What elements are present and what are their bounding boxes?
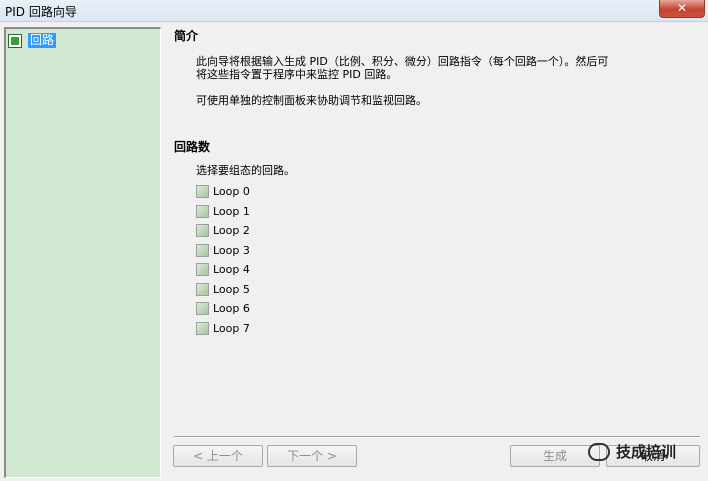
loop-select-prompt: 选择要组态的回路。 xyxy=(196,164,295,177)
loop-label: Loop 1 xyxy=(213,205,250,218)
loop-label: Loop 4 xyxy=(213,263,250,276)
next-button[interactable]: 下一个 > xyxy=(267,445,357,467)
loop-checkbox[interactable] xyxy=(196,224,209,237)
loop-checkbox[interactable] xyxy=(196,185,209,198)
close-button[interactable]: ✕ xyxy=(659,0,705,18)
divider xyxy=(174,436,700,438)
loop-checkbox[interactable] xyxy=(196,322,209,335)
close-icon: ✕ xyxy=(676,1,688,15)
tree-node-icon xyxy=(8,34,22,48)
loop-checkbox[interactable] xyxy=(196,302,209,315)
loop-label: Loop 3 xyxy=(213,244,250,257)
sidebar-item-label: 回路 xyxy=(28,33,57,48)
loop-checkbox[interactable] xyxy=(196,244,209,257)
loop-count-heading: 回路数 xyxy=(174,140,211,154)
intro-text-line-3: 可使用单独的控制面板来协助调节和监视回路。 xyxy=(196,94,427,107)
intro-text-line-2: 将这些指令置于程序中来监控 PID 回路。 xyxy=(196,68,398,81)
watermark-text: 技成培训 xyxy=(616,443,677,461)
generate-button[interactable]: 生成 xyxy=(510,445,600,467)
intro-heading: 简介 xyxy=(174,29,199,43)
loop-label: Loop 0 xyxy=(213,185,250,198)
loop-label: Loop 7 xyxy=(213,322,250,335)
loop-checkbox[interactable] xyxy=(196,205,209,218)
loop-checkbox[interactable] xyxy=(196,263,209,276)
loop-label: Loop 5 xyxy=(213,283,250,296)
window-title: PID 回路向导 xyxy=(5,5,77,19)
loop-label: Loop 6 xyxy=(213,302,250,315)
title-bar: PID 回路向导 ✕ xyxy=(0,0,708,22)
loop-checkbox[interactable] xyxy=(196,283,209,296)
wechat-icon xyxy=(588,443,610,461)
loop-label: Loop 2 xyxy=(213,224,250,237)
sidebar: 回路 xyxy=(4,27,161,478)
prev-button[interactable]: < 上一个 xyxy=(173,445,263,467)
